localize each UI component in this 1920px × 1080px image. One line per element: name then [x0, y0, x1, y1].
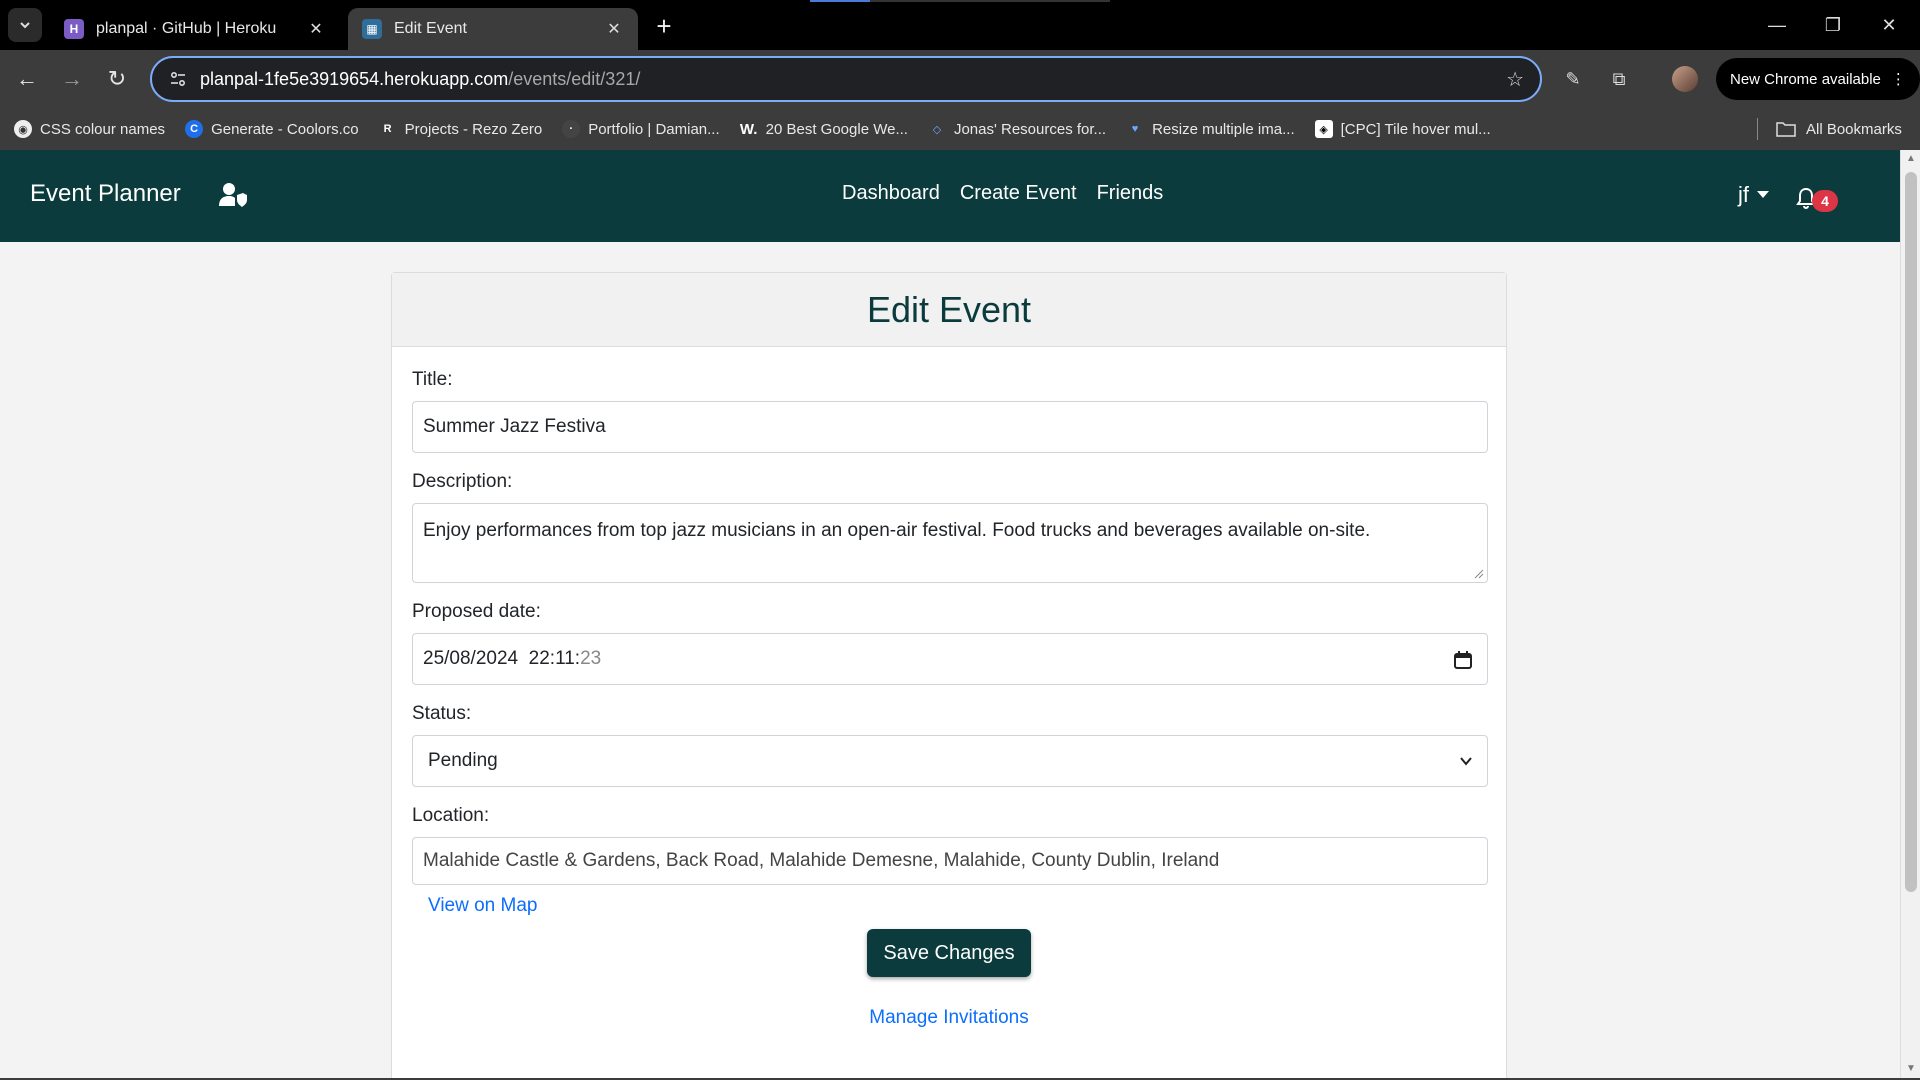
date-seconds: 23 — [580, 648, 602, 669]
save-changes-button[interactable]: Save Changes — [867, 929, 1031, 977]
proposed-date-input[interactable]: 25/08/2024 22:11: 23 — [412, 633, 1488, 685]
tab-search-button[interactable] — [8, 8, 42, 42]
new-tab-button[interactable]: + — [650, 11, 678, 41]
loading-indicator — [810, 0, 1110, 2]
status-label: Status: — [412, 703, 472, 724]
extensions-icon[interactable]: ⧉ — [1604, 64, 1634, 94]
user-name: jf — [1738, 182, 1749, 207]
tab-title: Edit Event — [394, 20, 467, 37]
scroll-up-arrow-icon[interactable]: ▲ — [1906, 154, 1916, 164]
page-scrollbar[interactable]: ▲ ▼ — [1900, 150, 1920, 1078]
codepen-icon: ◈ — [1314, 120, 1333, 138]
close-tab-icon[interactable]: ✕ — [306, 19, 326, 39]
edit-event-card: Edit Event Title: Summer Jazz Festiva De… — [391, 272, 1507, 1078]
bookmark-item[interactable]: ◇ Jonas' Resources for... — [928, 120, 1106, 138]
minimize-icon[interactable]: — — [1760, 10, 1794, 40]
site-settings-icon[interactable] — [168, 69, 188, 89]
view-on-map-link[interactable]: View on Map — [428, 895, 1486, 917]
close-window-icon[interactable]: ✕ — [1872, 10, 1906, 40]
w-icon: W. — [739, 120, 758, 138]
location-input[interactable]: Malahide Castle & Gardens, Back Road, Ma… — [412, 837, 1488, 885]
scroll-down-arrow-icon[interactable]: ▼ — [1906, 1064, 1916, 1074]
forward-arrow-icon[interactable]: → — [55, 62, 89, 96]
profile-avatar[interactable] — [1672, 66, 1698, 92]
url-host: planpal-1fe5e3919654.herokuapp.com — [200, 68, 509, 89]
browser-toolbar: ← → ↻ planpal-1fe5e3919654.herokuapp.com… — [0, 50, 1920, 108]
heroku-icon: H — [64, 19, 84, 39]
tab-title: planpal · GitHub | Heroku — [96, 20, 277, 37]
nav-create-event[interactable]: Create Event — [960, 182, 1077, 205]
status-select[interactable]: Pending — [412, 735, 1488, 787]
bookmark-item[interactable]: ♥ Resize multiple ima... — [1126, 120, 1295, 138]
description-textarea[interactable]: Enjoy performances from top jazz musicia… — [412, 503, 1488, 583]
manage-invitations-link[interactable]: Manage Invitations — [412, 1007, 1486, 1029]
globe-icon: ◉ — [14, 120, 32, 138]
rezo-icon: R — [383, 123, 392, 135]
resize-handle-icon[interactable] — [1474, 569, 1484, 579]
diamond-icon: ◇ — [932, 123, 942, 136]
notification-badge: 4 — [1812, 190, 1838, 212]
user-shield-icon[interactable] — [218, 180, 248, 210]
event-planner-icon: ▦ — [362, 19, 382, 39]
description-label: Description: — [412, 471, 513, 492]
description-text: Enjoy performances from top jazz musicia… — [423, 520, 1371, 541]
update-label: New Chrome available — [1730, 70, 1881, 88]
card-header: Edit Event — [392, 273, 1506, 347]
proposed-date-label: Proposed date: — [412, 601, 541, 622]
user-dropdown[interactable]: jf — [1738, 182, 1769, 208]
bookmark-item[interactable]: · Portfolio | Damian... — [562, 120, 720, 138]
bookmarks-bar: ◉ CSS colour names C Generate - Coolors.co… — [0, 108, 1920, 150]
browser-tab-strip: H planpal · GitHub | Heroku ✕ ▦ Edit Eve… — [0, 0, 1920, 50]
app-navbar: Event Planner Dashboard Create Event Fri… — [0, 150, 1900, 242]
bookmark-item[interactable]: ◉ CSS colour names — [14, 120, 165, 138]
page-viewport: Event Planner Dashboard Create Event Fri… — [0, 150, 1920, 1078]
bookmark-star-icon[interactable]: ☆ — [1506, 67, 1524, 92]
date-value: 25/08/2024 22:11: — [423, 648, 581, 669]
caret-down-icon — [1757, 191, 1769, 198]
bookmark-item[interactable]: ◈ [CPC] Tile hover mul... — [1314, 120, 1491, 138]
main-nav: Dashboard Create Event Friends — [842, 182, 1163, 205]
browser-tab-edit-event[interactable]: ▦ Edit Event ✕ — [348, 8, 638, 50]
calendar-icon[interactable] — [1453, 650, 1473, 670]
bookmark-item[interactable]: C Generate - Coolors.co — [185, 120, 359, 138]
edit-event-form: Title: Summer Jazz Festiva Description: … — [392, 347, 1506, 1051]
scrollbar-thumb[interactable] — [1905, 172, 1917, 892]
location-label: Location: — [412, 805, 490, 826]
title-label: Title: — [412, 369, 453, 390]
bookmark-item[interactable]: R Projects - Rezo Zero — [379, 120, 543, 138]
heart-icon: ♥ — [1131, 123, 1139, 135]
nav-friends[interactable]: Friends — [1097, 182, 1164, 205]
bookmarks-divider — [1757, 118, 1758, 140]
new-chrome-available-button[interactable]: New Chrome available ⋮ — [1716, 58, 1920, 100]
browser-tab-heroku[interactable]: H planpal · GitHub | Heroku ✕ — [50, 8, 340, 50]
portfolio-icon: · — [562, 120, 581, 138]
coolors-icon: C — [185, 120, 204, 138]
status-value: Pending — [428, 750, 498, 771]
address-bar[interactable]: planpal-1fe5e3919654.herokuapp.com/event… — [150, 56, 1542, 102]
chevron-down-icon — [20, 22, 30, 29]
eyedropper-icon[interactable]: ✎ — [1558, 64, 1588, 94]
nav-dashboard[interactable]: Dashboard — [842, 182, 940, 205]
folder-icon — [1776, 122, 1796, 137]
back-arrow-icon[interactable]: ← — [10, 62, 44, 96]
page-title: Edit Event — [866, 288, 1032, 330]
title-input[interactable]: Summer Jazz Festiva — [412, 401, 1488, 453]
restore-icon[interactable]: ❐ — [1816, 10, 1850, 40]
brand-link[interactable]: Event Planner — [30, 180, 181, 208]
bookmark-item[interactable]: W. 20 Best Google We... — [740, 120, 908, 138]
all-bookmarks-button[interactable]: All Bookmarks — [1776, 108, 1902, 150]
chevron-down-icon — [1460, 757, 1472, 766]
url-path: /events/edit/321/ — [508, 68, 641, 89]
reload-icon[interactable]: ↻ — [100, 62, 134, 96]
close-tab-icon[interactable]: ✕ — [604, 19, 624, 39]
kebab-menu-icon[interactable]: ⋮ — [1891, 70, 1906, 88]
